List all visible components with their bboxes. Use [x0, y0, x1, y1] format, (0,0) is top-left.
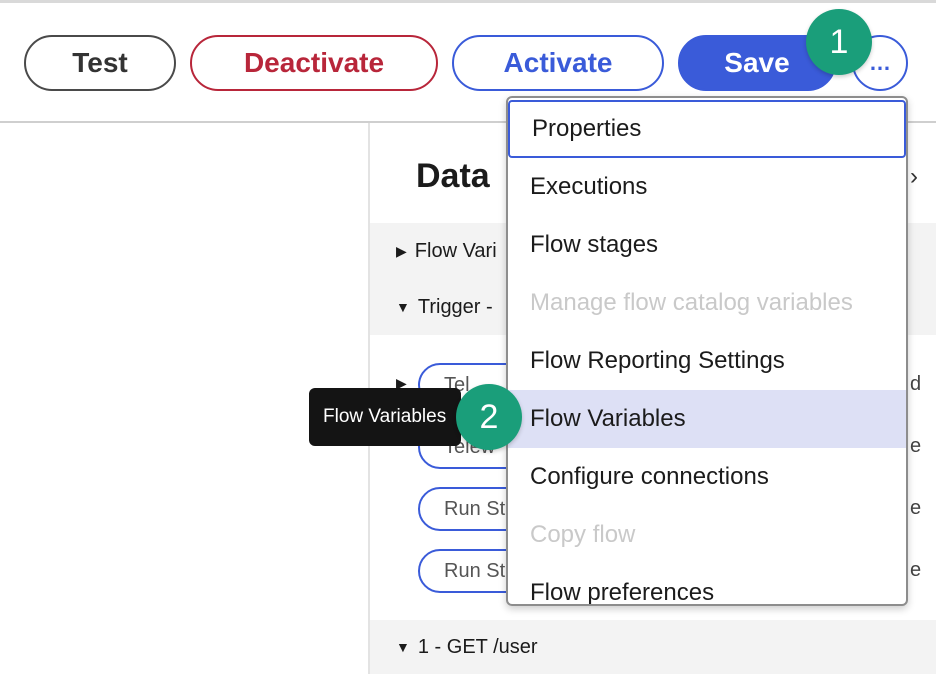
test-button[interactable]: Test [24, 35, 176, 91]
menu-item-properties[interactable]: Properties [508, 100, 906, 158]
activate-button[interactable]: Activate [452, 35, 664, 91]
menu-item-flow-stages[interactable]: Flow stages [508, 216, 906, 274]
pill-type-text: d [910, 373, 922, 395]
menu-item-flow-reporting-settings[interactable]: Flow Reporting Settings [508, 332, 906, 390]
row-label: 1 - GET /user [417, 635, 538, 658]
menu-item-manage-flow-catalog-variables: Manage flow catalog variables [530, 289, 853, 316]
caret-down-icon: ▼ [396, 299, 410, 315]
deactivate-button[interactable]: Deactivate [190, 35, 438, 91]
menu-item-configure-connections[interactable]: Configure connections [508, 448, 906, 506]
menu-item-copy-flow: Copy flow [530, 521, 636, 548]
pill-type-text: e [910, 435, 922, 457]
menu-item-flow-variables[interactable]: Flow Variables [508, 390, 906, 448]
caret-down-icon: ▼ [396, 639, 410, 655]
flow-variables-tooltip: Flow Variables [309, 388, 461, 446]
row-label: Trigger - [417, 295, 493, 318]
step-badge-2: 2 [456, 384, 522, 450]
panel-title: Data [416, 157, 490, 195]
menu-item-executions[interactable]: Executions [508, 158, 906, 216]
chevron-right-icon[interactable]: › [910, 163, 918, 191]
caret-right-icon: ▶ [396, 242, 407, 259]
pill-type-text: e [910, 559, 922, 581]
more-options-menu: Properties Executions Flow stages Manage… [506, 96, 908, 606]
get-user-row[interactable]: ▼ 1 - GET /user [370, 620, 936, 674]
row-label: Flow Vari [414, 239, 497, 262]
menu-item-flow-preferences[interactable]: Flow preferences [508, 564, 906, 604]
step-badge-1: 1 [806, 9, 872, 75]
pill-type-text: e [910, 497, 922, 519]
